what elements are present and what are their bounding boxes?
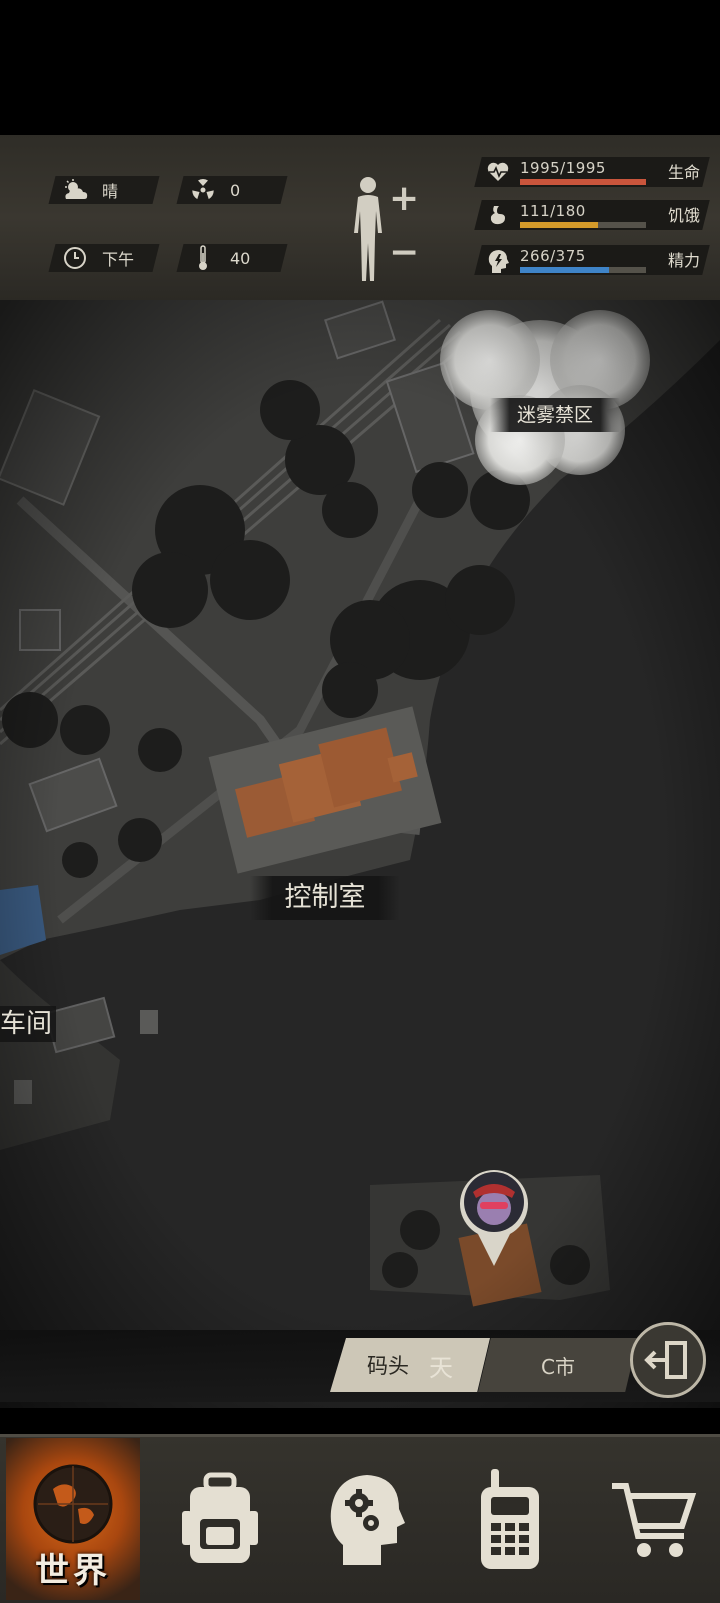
player-location-marker[interactable]: [458, 1158, 530, 1268]
current-location-label: 码头: [367, 1354, 409, 1378]
radiation-value: 0: [230, 180, 241, 200]
faded-location-label: 天: [429, 1353, 453, 1382]
radiation-icon: [190, 177, 216, 203]
hunger-stat: 111/180 饥饿: [474, 200, 710, 230]
temperature-value: 40: [230, 248, 251, 268]
top-blank: [0, 0, 720, 135]
breadcrumb-current[interactable]: 码头 天: [330, 1338, 490, 1392]
tab-inventory[interactable]: [160, 1438, 280, 1600]
temperature-indicator: 40: [176, 244, 288, 272]
head-energy-icon: [486, 248, 510, 273]
tab-radio[interactable]: [455, 1438, 565, 1600]
hunger-bar: [520, 222, 646, 228]
hunger-label: 饥饿: [667, 206, 700, 225]
energy-label: 精力: [667, 251, 700, 270]
tab-world[interactable]: 世界: [6, 1438, 140, 1600]
backpack-icon: [182, 1472, 258, 1563]
energy-value: 266/375: [520, 247, 586, 265]
health-value: 1995/1995: [520, 159, 606, 177]
world-map[interactable]: 迷雾禁区 控制室 车间: [0, 300, 720, 1408]
tab-shop[interactable]: [598, 1438, 708, 1600]
exit-button[interactable]: [630, 1322, 706, 1398]
exit-door-icon: [644, 1341, 687, 1379]
hunger-value: 111/180: [520, 202, 586, 220]
energy-stat: 266/375 精力: [474, 245, 710, 275]
head-gears-icon: [330, 1475, 405, 1565]
tab-world-label: 世界: [35, 1551, 111, 1591]
radiation-indicator: 0: [176, 176, 288, 204]
health-label: 生命: [667, 163, 700, 182]
parent-location-label: C市: [541, 1354, 575, 1379]
stomach-icon: [486, 203, 510, 227]
map-terrain: [0, 300, 720, 1408]
workshop-label[interactable]: 车间: [0, 1006, 56, 1042]
weather-text: 晴: [102, 182, 119, 201]
globe-icon: [33, 1464, 113, 1544]
body-minus-icon[interactable]: −: [389, 232, 419, 273]
body-plus-icon[interactable]: +: [389, 178, 419, 219]
sun-cloud-icon: [62, 177, 88, 203]
control-room-label[interactable]: 控制室: [250, 876, 400, 920]
walkie-talkie-icon: [481, 1469, 539, 1569]
energy-bar: [520, 267, 646, 273]
time-indicator: 下午: [48, 244, 160, 272]
clock-icon: [62, 245, 88, 271]
breadcrumb-parent[interactable]: C市: [478, 1338, 638, 1392]
health-bar: [520, 179, 646, 185]
body-status-icon[interactable]: [344, 175, 392, 285]
fog-zone-label[interactable]: 迷雾禁区: [490, 398, 620, 432]
tab-skills[interactable]: [310, 1438, 420, 1600]
heart-pulse-icon: [486, 160, 510, 184]
shopping-cart-icon: [612, 1483, 697, 1557]
health-stat: 1995/1995 生命: [474, 157, 710, 187]
time-text: 下午: [102, 250, 135, 269]
thermometer-icon: [190, 245, 216, 271]
weather-indicator: 晴: [48, 176, 160, 204]
